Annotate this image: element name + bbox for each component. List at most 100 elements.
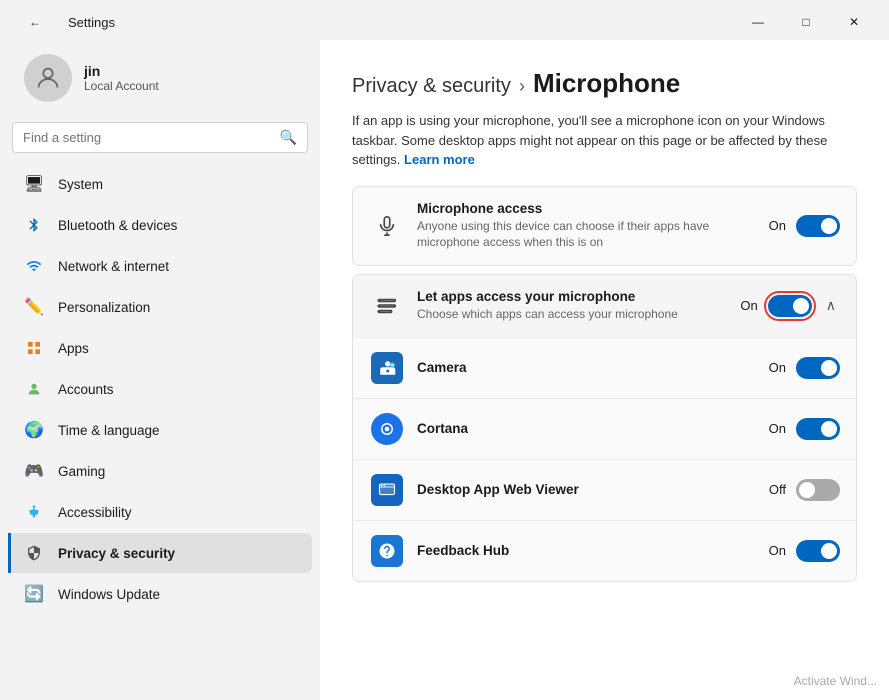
system-icon: 🖥 (24, 174, 44, 194)
let-apps-text: Let apps access your microphone Choose w… (405, 289, 740, 323)
learn-more-link[interactable]: Learn more (404, 152, 475, 167)
privacy-icon (24, 543, 44, 563)
cortana-toggle-label: On (769, 421, 786, 436)
cortana-app-title: Cortana (417, 421, 757, 436)
feedback-hub-title: Feedback Hub (417, 543, 757, 558)
desktop-app-toggle-label: Off (769, 482, 786, 497)
sidebar-item-label: Bluetooth & devices (58, 218, 177, 233)
sidebar-nav: 🖥 System Bluetooth & devices Network & i… (0, 163, 320, 615)
sidebar-item-label: Gaming (58, 464, 105, 479)
sidebar-item-label: Privacy & security (58, 546, 175, 561)
microphone-icon (369, 215, 405, 237)
microphone-access-desc: Anyone using this device can choose if t… (417, 218, 757, 252)
desktop-app-text: Desktop App Web Viewer (405, 482, 769, 497)
page-title: Microphone (533, 68, 680, 99)
sidebar-item-accounts[interactable]: Accounts (8, 369, 312, 409)
accessibility-icon (24, 502, 44, 522)
let-apps-row: Let apps access your microphone Choose w… (353, 275, 856, 338)
microphone-access-toggle[interactable] (796, 215, 840, 237)
microphone-access-row: Microphone access Anyone using this devi… (353, 187, 856, 266)
sidebar-item-label: System (58, 177, 103, 192)
sidebar-item-privacy[interactable]: Privacy & security (8, 533, 312, 573)
page-header: Privacy & security › Microphone If an ap… (352, 68, 857, 170)
microphone-access-toggle-label: On (769, 218, 786, 233)
main-content: Privacy & security › Microphone If an ap… (320, 40, 889, 700)
toggle-thumb (821, 360, 837, 376)
user-account-type: Local Account (84, 79, 159, 93)
feedback-hub-icon (369, 535, 405, 567)
sidebar-item-label: Time & language (58, 423, 160, 438)
sidebar-item-time[interactable]: 🌍 Time & language (8, 410, 312, 450)
feedback-hub-row: Feedback Hub On (353, 521, 856, 581)
apps-icon (24, 338, 44, 358)
windows-update-icon: 🔄 (24, 584, 44, 604)
sidebar-item-network[interactable]: Network & internet (8, 246, 312, 286)
sidebar-item-bluetooth[interactable]: Bluetooth & devices (8, 205, 312, 245)
sidebar-item-accessibility[interactable]: Accessibility (8, 492, 312, 532)
camera-app-icon (369, 352, 405, 384)
let-apps-control: On ∧ (740, 295, 840, 317)
window-controls: — □ ✕ (735, 6, 877, 38)
toggle-thumb (821, 543, 837, 559)
user-info: jin Local Account (84, 63, 159, 93)
minimize-button[interactable]: — (735, 6, 781, 38)
sidebar: jin Local Account 🔍 🖥 System Bluetooth &… (0, 40, 320, 700)
desktop-app-toggle[interactable] (796, 479, 840, 501)
app-title: Settings (68, 15, 115, 30)
cortana-control: On (769, 418, 840, 440)
title-bar-left: ← Settings (12, 6, 115, 38)
sidebar-item-system[interactable]: 🖥 System (8, 164, 312, 204)
app-body: jin Local Account 🔍 🖥 System Bluetooth &… (0, 40, 889, 700)
microphone-access-control: On (769, 215, 840, 237)
sidebar-item-apps[interactable]: Apps (8, 328, 312, 368)
toggle-thumb (799, 482, 815, 498)
camera-control: On (769, 357, 840, 379)
camera-toggle[interactable] (796, 357, 840, 379)
let-apps-toggle-label: On (740, 298, 757, 313)
sidebar-item-gaming[interactable]: 🎮 Gaming (8, 451, 312, 491)
camera-toggle-label: On (769, 360, 786, 375)
camera-row: Camera On (353, 338, 856, 399)
camera-app-text: Camera (405, 360, 769, 375)
toggle-thumb (821, 421, 837, 437)
breadcrumb-separator: › (519, 76, 525, 97)
desktop-web-app-icon (369, 474, 405, 506)
let-apps-chevron[interactable]: ∧ (822, 295, 840, 316)
bluetooth-icon (24, 215, 44, 235)
title-bar: ← Settings — □ ✕ (0, 0, 889, 40)
let-apps-card: Let apps access your microphone Choose w… (352, 274, 857, 582)
desktop-app-row: Desktop App Web Viewer Off (353, 460, 856, 521)
maximize-button[interactable]: □ (783, 6, 829, 38)
user-name: jin (84, 63, 159, 79)
sidebar-item-windows-update[interactable]: 🔄 Windows Update (8, 574, 312, 614)
feedback-hub-toggle-label: On (769, 543, 786, 558)
feedback-hub-control: On (769, 540, 840, 562)
let-apps-desc: Choose which apps can access your microp… (417, 306, 728, 323)
search-box: 🔍 (12, 122, 308, 153)
breadcrumb: Privacy & security › Microphone (352, 68, 857, 99)
user-profile[interactable]: jin Local Account (8, 40, 312, 116)
camera-app-title: Camera (417, 360, 757, 375)
feedback-hub-toggle[interactable] (796, 540, 840, 562)
let-apps-title: Let apps access your microphone (417, 289, 728, 304)
search-input[interactable] (23, 130, 272, 145)
cortana-toggle[interactable] (796, 418, 840, 440)
sidebar-item-label: Network & internet (58, 259, 169, 274)
gaming-icon: 🎮 (24, 461, 44, 481)
microphone-access-card: Microphone access Anyone using this devi… (352, 186, 857, 267)
toggle-thumb (793, 298, 809, 314)
personalization-icon: ✏️ (24, 297, 44, 317)
microphone-access-text: Microphone access Anyone using this devi… (405, 201, 769, 252)
network-icon (24, 256, 44, 276)
page-description: If an app is using your microphone, you'… (352, 111, 857, 170)
let-apps-toggle[interactable] (768, 295, 812, 317)
sidebar-item-label: Accessibility (58, 505, 132, 520)
toggle-thumb (821, 218, 837, 234)
desktop-app-title: Desktop App Web Viewer (417, 482, 757, 497)
sidebar-item-personalization[interactable]: ✏️ Personalization (8, 287, 312, 327)
accounts-icon (24, 379, 44, 399)
time-icon: 🌍 (24, 420, 44, 440)
back-button[interactable]: ← (12, 6, 58, 38)
avatar (24, 54, 72, 102)
close-button[interactable]: ✕ (831, 6, 877, 38)
